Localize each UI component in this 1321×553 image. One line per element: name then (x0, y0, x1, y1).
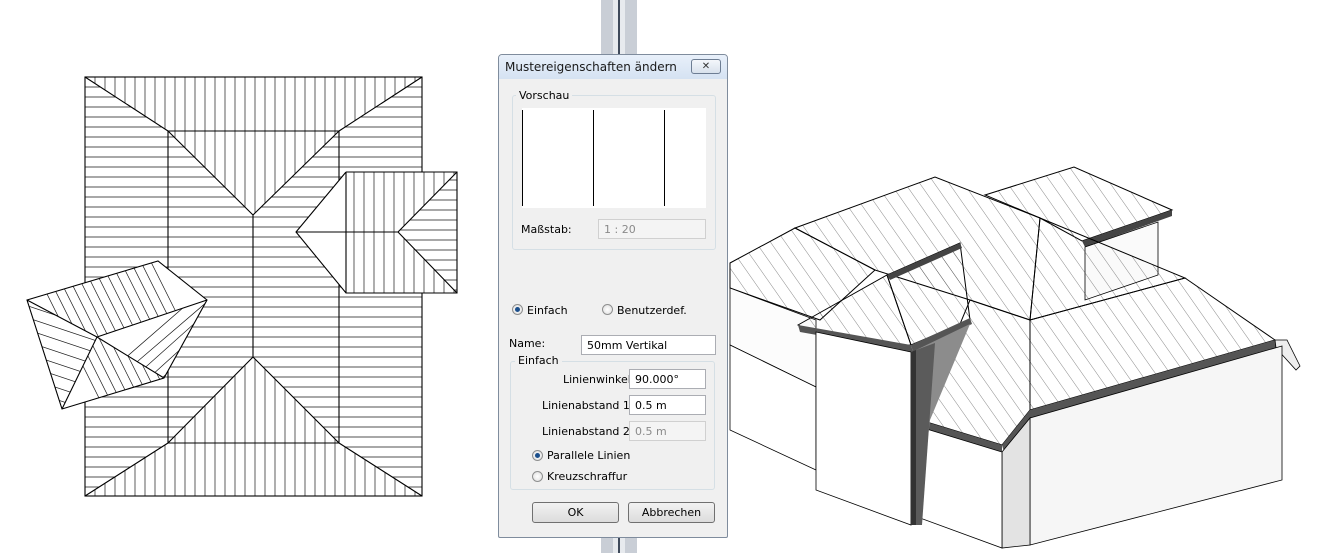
name-label: Name: (509, 337, 546, 350)
simple-group-label: Einfach (515, 354, 562, 367)
name-input[interactable]: 50mm Vertikal (581, 335, 716, 355)
radio-parallel-lines[interactable] (532, 450, 543, 461)
cancel-button[interactable]: Abbrechen (628, 502, 715, 523)
radio-crosshatch-label[interactable]: Kreuzschraffur (547, 470, 627, 483)
preview-line (664, 110, 665, 206)
line-angle-label: Linienwinkel: (563, 373, 635, 386)
dialog-titlebar[interactable]: Mustereigenschaften ändern ✕ (499, 55, 727, 79)
preview-line (593, 110, 594, 206)
radio-simple[interactable] (512, 304, 523, 315)
radio-crosshatch[interactable] (532, 471, 543, 482)
scale-label: Maßstab: (521, 223, 572, 236)
dialog-title: Mustereigenschaften ändern (505, 60, 677, 74)
radio-parallel-lines-label[interactable]: Parallele Linien (547, 449, 630, 462)
radio-simple-label[interactable]: Einfach (527, 304, 568, 317)
preview-group-label: Vorschau (516, 89, 573, 102)
preview-line (522, 110, 523, 206)
pattern-preview (522, 108, 706, 208)
radio-custom[interactable] (602, 304, 613, 315)
radio-custom-label[interactable]: Benutzerdef. (617, 304, 687, 317)
line-spacing2-input: 0.5 m (629, 421, 706, 441)
line-spacing1-input[interactable]: 0.5 m (629, 395, 706, 415)
line-angle-input[interactable]: 90.000° (629, 369, 706, 389)
close-icon: ✕ (701, 61, 711, 72)
close-button[interactable]: ✕ (691, 59, 721, 74)
line-spacing1-label: Linienabstand 1: (542, 399, 634, 412)
pattern-properties-dialog: Mustereigenschaften ändern ✕ Vorschau Ma… (498, 54, 728, 538)
scale-field: 1 : 20 (598, 219, 706, 239)
ok-button[interactable]: OK (532, 502, 619, 523)
line-spacing2-label: Linienabstand 2: (542, 425, 634, 438)
